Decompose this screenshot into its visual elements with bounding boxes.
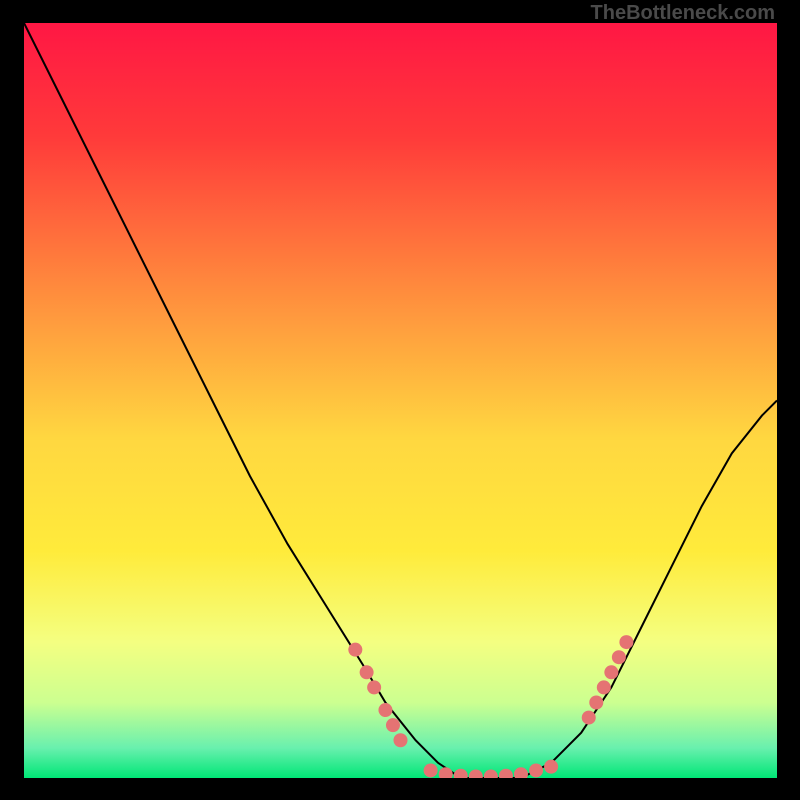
data-point	[619, 635, 633, 649]
data-point	[604, 665, 618, 679]
data-point	[589, 696, 603, 710]
data-point	[348, 643, 362, 657]
gradient-background	[24, 23, 777, 778]
chart-area	[24, 23, 777, 778]
watermark-text: TheBottleneck.com	[591, 2, 775, 25]
data-point	[386, 718, 400, 732]
data-point	[544, 760, 558, 774]
data-point	[360, 665, 374, 679]
data-point	[582, 711, 596, 725]
data-point	[612, 650, 626, 664]
data-point	[367, 680, 381, 694]
data-point	[394, 733, 408, 747]
data-point	[597, 680, 611, 694]
data-point	[424, 763, 438, 777]
data-point	[529, 763, 543, 777]
chart-svg	[24, 23, 777, 778]
data-point	[378, 703, 392, 717]
